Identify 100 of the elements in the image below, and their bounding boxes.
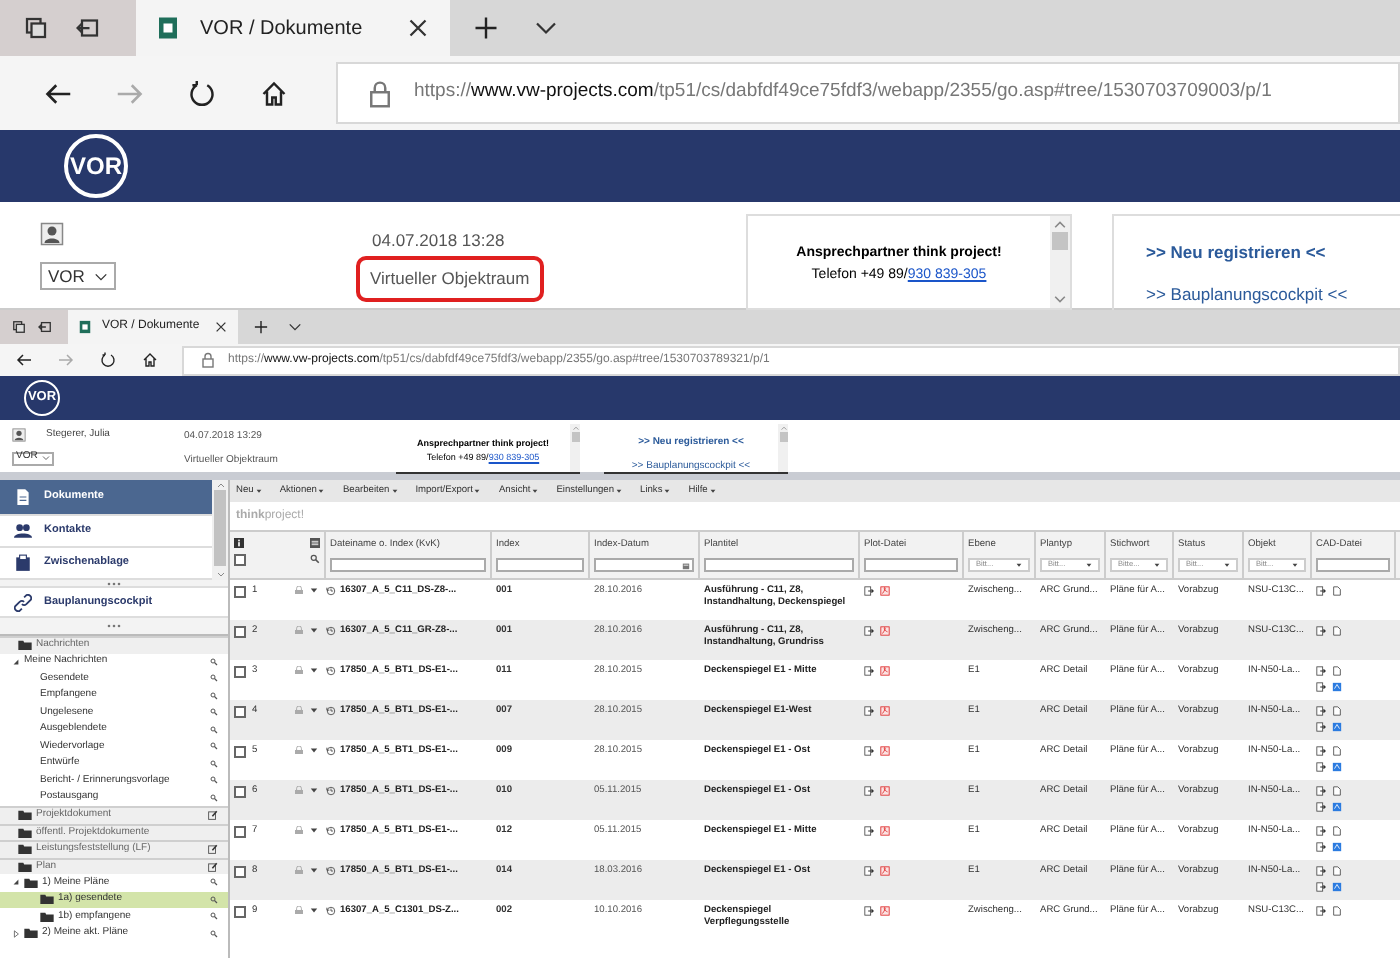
document-download-icon[interactable] [1316, 826, 1326, 836]
history-icon[interactable] [326, 826, 336, 836]
history-icon[interactable] [326, 626, 336, 636]
scroll-thumb[interactable] [214, 490, 226, 566]
history-icon[interactable] [326, 866, 336, 876]
document-download-icon[interactable] [1316, 866, 1326, 876]
scrollbar[interactable] [1050, 216, 1070, 308]
filter-field[interactable] [864, 558, 958, 573]
search-icon[interactable] [210, 929, 218, 938]
expanded-arrow-icon[interactable] [12, 657, 20, 666]
new-tab-icon[interactable] [254, 320, 268, 334]
pdf-file-icon[interactable] [880, 626, 890, 636]
document-download-icon[interactable] [1316, 682, 1326, 692]
cad-file-icon[interactable] [1332, 762, 1342, 772]
cad-file-icon[interactable] [1332, 882, 1342, 892]
chevron-down-icon[interactable] [288, 320, 302, 334]
checkbox[interactable] [234, 906, 246, 918]
scrollbar[interactable] [212, 480, 228, 580]
refresh-icon[interactable] [100, 352, 116, 368]
back-icon[interactable] [44, 79, 72, 107]
new-tab-icon[interactable] [474, 16, 498, 40]
checkbox[interactable] [234, 826, 246, 838]
pdf-file-icon[interactable] [880, 666, 890, 676]
search-icon[interactable] [210, 759, 218, 768]
cad-file-icon[interactable] [1332, 802, 1342, 812]
document-download-icon[interactable] [864, 666, 874, 676]
browser-tab[interactable]: VOR / Dokumente [136, 0, 450, 56]
date-filter-field[interactable] [594, 558, 694, 573]
scroll-down-icon[interactable] [1052, 292, 1068, 308]
search-icon[interactable] [210, 708, 218, 717]
filter-field[interactable] [496, 558, 584, 573]
logo[interactable]: VOR [64, 134, 128, 198]
document-download-icon[interactable] [864, 866, 874, 876]
tab-stack-icon[interactable] [12, 320, 26, 334]
search-icon[interactable] [210, 878, 218, 887]
history-icon[interactable] [326, 906, 336, 916]
close-tab-icon[interactable] [406, 16, 430, 40]
search-icon[interactable] [310, 554, 320, 564]
scroll-thumb[interactable] [571, 432, 579, 442]
checkbox[interactable] [234, 626, 246, 638]
home-icon[interactable] [260, 79, 288, 107]
document-download-icon[interactable] [864, 586, 874, 596]
document-download-icon[interactable] [1316, 722, 1326, 732]
cad-file-icon[interactable] [1332, 682, 1342, 692]
blank-file-icon[interactable] [1332, 906, 1342, 916]
blank-file-icon[interactable] [1332, 706, 1342, 716]
checkbox[interactable] [234, 786, 246, 798]
home-icon[interactable] [142, 352, 158, 368]
link[interactable]: >> Bauplanungscockpit << [1146, 281, 1348, 307]
pdf-file-icon[interactable] [880, 826, 890, 836]
back-icon[interactable] [16, 352, 32, 368]
document-download-icon[interactable] [864, 826, 874, 836]
history-icon[interactable] [326, 746, 336, 756]
search-icon[interactable] [210, 912, 218, 921]
filter-field[interactable] [330, 558, 486, 573]
document-download-icon[interactable] [1316, 786, 1326, 796]
scroll-thumb[interactable] [779, 432, 787, 442]
close-tab-icon[interactable] [214, 320, 228, 334]
pdf-file-icon[interactable] [880, 786, 890, 796]
tab-aside-icon[interactable] [76, 16, 100, 40]
document-download-icon[interactable] [864, 786, 874, 796]
filter-field[interactable] [704, 558, 854, 573]
blank-file-icon[interactable] [1332, 866, 1342, 876]
document-download-icon[interactable] [1316, 706, 1326, 716]
column-list-icon[interactable] [310, 538, 320, 548]
checkbox[interactable] [234, 586, 246, 598]
search-icon[interactable] [210, 657, 218, 666]
scrollbar[interactable] [570, 424, 580, 472]
scroll-thumb[interactable] [1052, 232, 1068, 250]
search-icon[interactable] [210, 776, 218, 785]
document-download-icon[interactable] [1316, 626, 1326, 636]
link[interactable]: >> Neu registrieren << [1146, 240, 1326, 266]
blank-file-icon[interactable] [1332, 586, 1342, 596]
pdf-file-icon[interactable] [880, 586, 890, 596]
history-icon[interactable] [326, 706, 336, 716]
document-download-icon[interactable] [1316, 746, 1326, 756]
user-icon[interactable] [40, 222, 64, 246]
document-download-icon[interactable] [1316, 762, 1326, 772]
checkbox[interactable] [234, 746, 246, 758]
blank-file-icon[interactable] [1332, 746, 1342, 756]
pdf-file-icon[interactable] [880, 746, 890, 756]
edit-icon[interactable] [208, 810, 218, 821]
document-download-icon[interactable] [864, 706, 874, 716]
search-icon[interactable] [210, 725, 218, 734]
checkbox[interactable] [234, 706, 246, 718]
project-select[interactable]: VOR [40, 262, 116, 290]
checkbox[interactable] [234, 554, 246, 566]
pdf-file-icon[interactable] [880, 706, 890, 716]
url-field[interactable]: https://www.vw-projects.com/tp51/cs/dabfdf49ce75fdf3/webapp/2355/go.asp#tree/1530703709003/p/1 [336, 62, 1400, 124]
blank-file-icon[interactable] [1332, 826, 1342, 836]
blank-file-icon[interactable] [1332, 786, 1342, 796]
pdf-file-icon[interactable] [880, 866, 890, 876]
filter-field[interactable] [1316, 558, 1390, 573]
search-icon[interactable] [210, 691, 218, 700]
search-icon[interactable] [210, 742, 218, 751]
scroll-up-icon[interactable] [1052, 216, 1068, 232]
document-download-icon[interactable] [1316, 882, 1326, 892]
edit-icon[interactable] [208, 861, 218, 872]
checkbox[interactable] [234, 666, 246, 678]
calendar-icon[interactable] [682, 561, 690, 570]
